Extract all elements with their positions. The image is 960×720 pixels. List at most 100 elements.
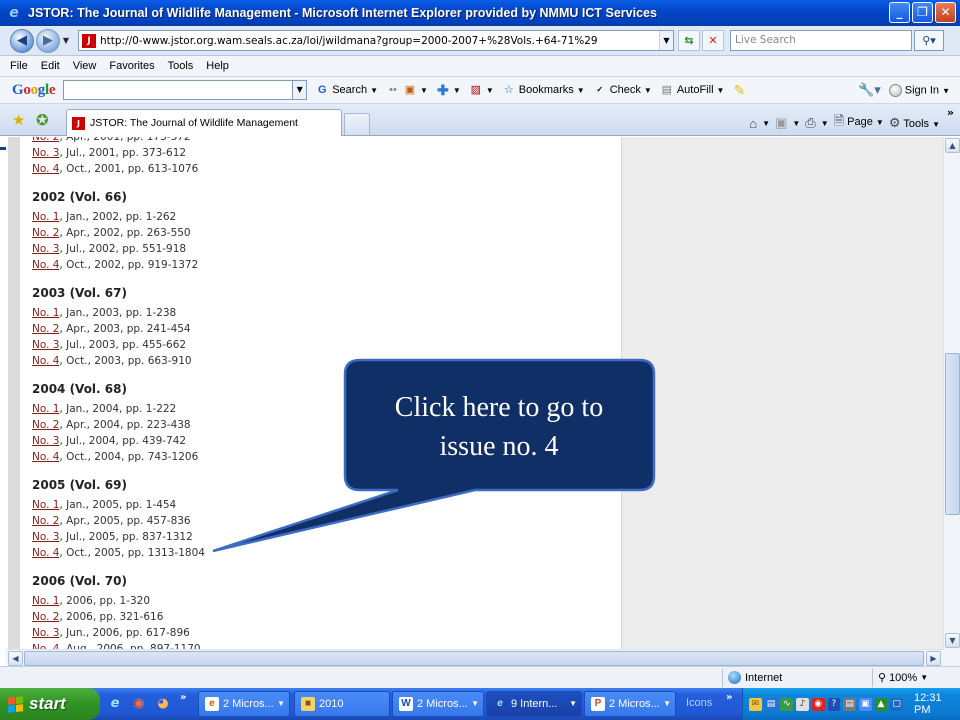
menu-view[interactable]: View [73,60,97,72]
issue-link[interactable]: No. 4 [32,451,59,463]
issue-link[interactable]: No. 3 [32,147,59,159]
issue-link[interactable]: No. 2 [32,227,59,239]
issue-link[interactable]: No. 1 [32,595,59,607]
close-button[interactable]: ✕ [935,2,956,23]
issue-details: , Apr., 2004, pp. 223-438 [59,419,191,431]
sign-in-button[interactable]: Sign In ▼ [888,83,950,97]
popup-blocker-button[interactable]: ▨ ▼ [469,83,494,97]
history-dropdown-icon[interactable]: ▼ [60,36,72,45]
zoom-control[interactable]: ⚲ 100% ▼ [878,671,928,685]
issue-link[interactable]: No. 3 [32,435,59,447]
pagerank-button[interactable]: •• ▣ ▼ [386,83,428,97]
issue-link[interactable]: No. 2 [32,419,59,431]
issue-row: No. 3, Jun., 2006, pp. 617-896 [32,625,205,641]
taskbar-item-word[interactable]: W 2 Micros... ▼ [392,691,484,717]
bookmarks-button[interactable]: ☆ Bookmarks ▼ [502,83,585,97]
taskbar-item-folder[interactable]: ■ 2010 [294,691,390,717]
address-bar[interactable]: J http://0-www.jstor.org.wam.seals.ac.za… [78,30,674,51]
issue-link[interactable]: No. 1 [32,307,59,319]
scroll-right-icon[interactable]: ▶ [926,651,941,666]
ie-icon: e [205,697,219,711]
vertical-scroll-thumb[interactable] [945,353,960,515]
quicklaunch-overflow-icon[interactable]: » [180,692,186,703]
stop-button[interactable]: ✕ [702,30,724,51]
forward-button[interactable]: ▶ [36,28,60,53]
wrench-settings-icon[interactable]: 🔧▾ [858,82,881,98]
issue-link[interactable]: No. 3 [32,627,59,639]
issue-link[interactable]: No. 4 [32,163,59,175]
issue-link[interactable]: No. 2 [32,323,59,335]
ie-quicklaunch-icon[interactable]: e [106,695,124,713]
toolbar-overflow-icon[interactable]: » [726,692,732,703]
favorites-star-icon[interactable]: ★ [12,111,25,129]
add-favorites-icon[interactable]: ✪ [36,111,49,129]
autofill-button[interactable]: ▤ AutoFill ▼ [660,83,725,97]
search-go-button[interactable]: ⚲▾ [914,30,944,51]
scroll-down-icon[interactable]: ▼ [945,633,960,648]
security-shield-icon[interactable]: ▲ [874,697,888,711]
url-dropdown-icon[interactable]: ▼ [659,31,673,50]
google-search-dropdown-icon[interactable]: ▼ [293,80,308,100]
globe-icon [728,671,741,684]
issue-link[interactable]: No. 1 [32,403,59,415]
menu-favorites[interactable]: Favorites [109,60,154,72]
taskbar-item-internet-explorer[interactable]: e 9 Intern... ▼ [486,691,582,717]
spellcheck-button[interactable]: ✓ Check ▼ [593,83,651,97]
tab-jstor[interactable]: J JSTOR: The Journal of Wildlife Managem… [66,109,342,136]
update-icon[interactable]: ? [827,697,841,711]
issue-link[interactable]: No. 3 [32,243,59,255]
display-icon[interactable]: ▣ [858,697,872,711]
opera-quicklaunch-icon[interactable]: ◉ [130,695,148,713]
issue-link[interactable]: No. 1 [32,211,59,223]
antivirus-icon[interactable]: ◉ [811,697,825,711]
home-icon[interactable]: ⌂ [749,116,757,131]
taskbar-item-powerpoint[interactable]: P 2 Micros... ▼ [584,691,676,717]
url-input[interactable]: http://0-www.jstor.org.wam.seals.ac.za/l… [100,35,659,47]
mail-icon[interactable]: ✉ [749,697,762,711]
tools-menu-button[interactable]: ⚙ Tools ▼ [889,115,940,131]
google-search-button[interactable]: G Search ▼ [315,83,378,97]
issue-link[interactable]: No. 3 [32,339,59,351]
maximize-button[interactable]: ❐ [912,2,933,23]
issue-link[interactable]: No. 3 [32,531,59,543]
issue-link[interactable]: No. 2 [32,611,59,623]
feeds-icon[interactable]: ▣ [775,115,787,131]
year-heading: 2002 (Vol. 66) [32,190,127,204]
window-title-bar: e JSTOR: The Journal of Wildlife Managem… [0,0,960,26]
google-search-input[interactable] [63,80,294,100]
taskbar-item-ie-window[interactable]: e 2 Micros... ▼ [198,691,290,717]
safely-remove-icon[interactable]: ▤ [843,697,856,711]
toolbar-overflow-chevron-icon[interactable]: » [947,106,954,119]
issue-link[interactable]: No. 4 [32,547,59,559]
scroll-left-icon[interactable]: ◀ [8,651,23,666]
menu-tools[interactable]: Tools [168,60,194,72]
issue-link[interactable]: No. 1 [32,499,59,511]
add-button[interactable]: ✚ ▼ [436,83,461,97]
issue-row: No. 1, 2006, pp. 1-320 [32,593,205,609]
scroll-up-icon[interactable]: ▲ [945,138,960,153]
live-search-input[interactable]: Live Search [730,30,912,51]
firefox-quicklaunch-icon[interactable]: ◕ [154,695,172,713]
minimize-button[interactable]: _ [889,2,910,23]
issue-link[interactable]: No. 4 [32,259,59,271]
highlight-button[interactable]: ✎ [732,83,746,97]
refresh-button[interactable]: ⇆ [678,30,700,51]
monitor-icon[interactable]: ▢ [890,697,904,711]
vertical-scrollbar[interactable]: ▲ ▼ [943,137,960,649]
page-menu-button[interactable]: 🗎 Page ▼ [834,112,884,134]
menu-help[interactable]: Help [206,60,229,72]
print-icon[interactable]: ⎙ [805,115,815,131]
volume-icon[interactable]: ♪ [796,697,809,711]
issue-link[interactable]: No. 4 [32,355,59,367]
issue-link[interactable]: No. 2 [32,137,59,143]
new-tab-button[interactable] [344,113,370,135]
network-icon[interactable]: ▤ [764,697,778,711]
horizontal-scroll-thumb[interactable] [24,651,924,666]
issue-link[interactable]: No. 2 [32,515,59,527]
start-button[interactable]: start [0,688,100,720]
menu-file[interactable]: File [10,60,28,72]
horizontal-scrollbar[interactable]: ◀ ▶ [6,649,943,666]
menu-edit[interactable]: Edit [41,60,60,72]
audio-icon[interactable]: ∿ [780,697,794,711]
back-button[interactable]: ◀ [10,28,34,53]
